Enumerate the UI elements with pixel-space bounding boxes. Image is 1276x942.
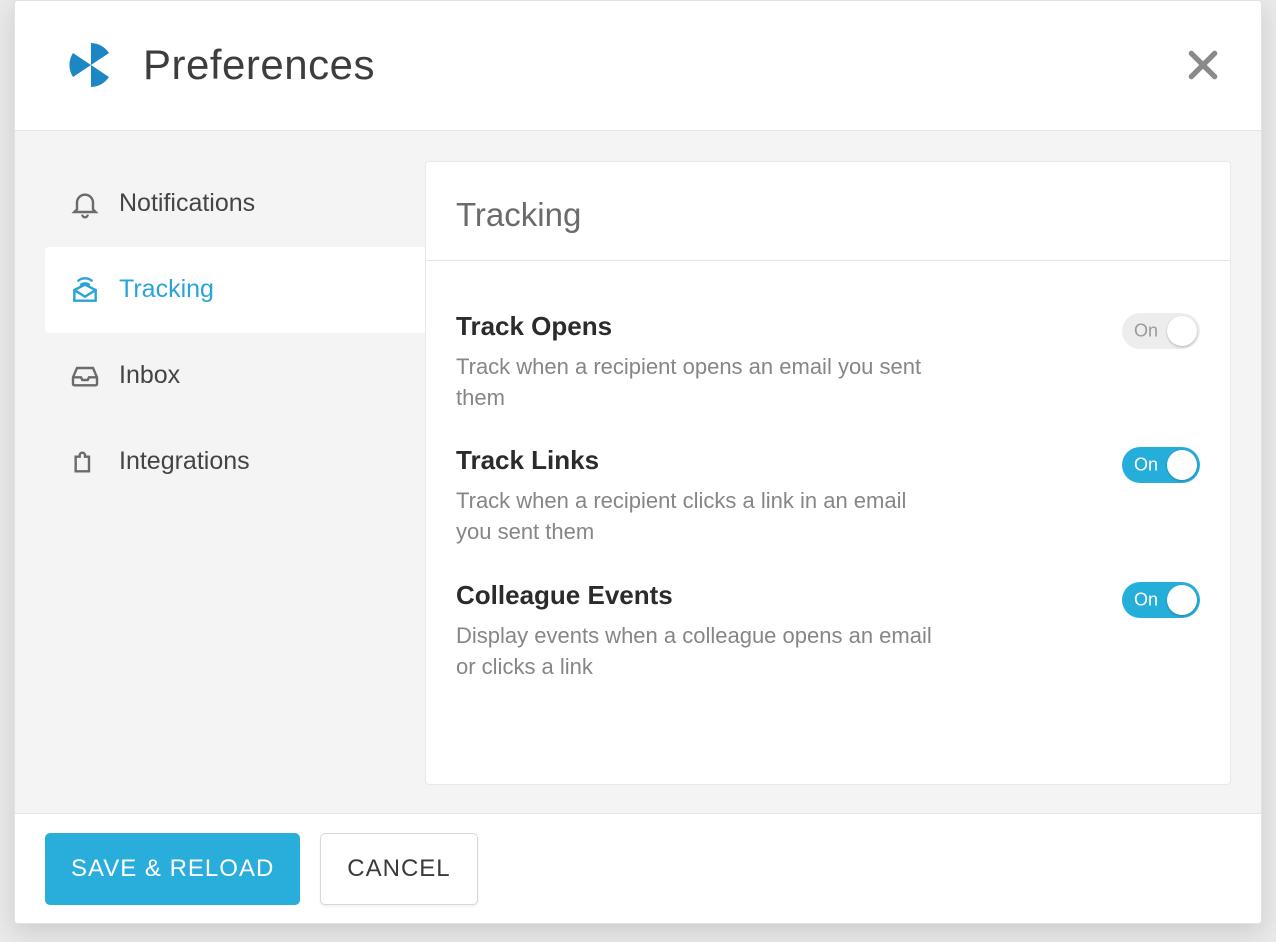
setting-text: Track Links Track when a recipient click… (456, 445, 976, 548)
sidebar-item-tracking[interactable]: Tracking (45, 247, 425, 333)
bell-icon (69, 188, 101, 220)
sidebar-item-label: Integrations (119, 447, 250, 476)
setting-track-opens: Track Opens Track when a recipient opens… (456, 279, 1200, 414)
sidebar-item-label: Inbox (119, 361, 180, 390)
modal-footer: SAVE & RELOAD CANCEL (15, 813, 1261, 923)
toggle-knob (1167, 316, 1197, 346)
setting-text: Colleague Events Display events when a c… (456, 580, 976, 683)
tracking-icon (69, 274, 101, 306)
toggle-label: On (1134, 320, 1158, 341)
sidebar-item-notifications[interactable]: Notifications (45, 161, 425, 247)
toggle-label: On (1134, 589, 1158, 610)
puzzle-icon (69, 446, 101, 478)
save-reload-button[interactable]: SAVE & RELOAD (45, 833, 300, 905)
modal-header: Preferences (15, 1, 1261, 131)
panel-title: Tracking (456, 196, 1200, 234)
app-logo-icon (67, 41, 115, 89)
close-icon[interactable] (1183, 45, 1223, 85)
toggle-track-opens[interactable]: On (1122, 313, 1200, 349)
sidebar-item-inbox[interactable]: Inbox (45, 333, 425, 419)
preferences-sidebar: Notifications Tracking (15, 161, 425, 784)
preferences-modal: Preferences Notifications (14, 0, 1262, 924)
toggle-knob (1167, 450, 1197, 480)
setting-text: Track Opens Track when a recipient opens… (456, 311, 976, 414)
setting-colleague-events: Colleague Events Display events when a c… (456, 548, 1200, 683)
sidebar-item-label: Tracking (119, 275, 214, 304)
tracking-panel: Tracking Track Opens Track when a recipi… (425, 161, 1231, 785)
toggle-knob (1167, 585, 1197, 615)
modal-title: Preferences (143, 41, 1183, 89)
sidebar-item-label: Notifications (119, 189, 255, 218)
cancel-button[interactable]: CANCEL (320, 833, 477, 905)
panel-header: Tracking (426, 162, 1230, 261)
setting-title: Track Opens (456, 311, 936, 342)
inbox-icon (69, 360, 101, 392)
sidebar-item-integrations[interactable]: Integrations (45, 419, 425, 505)
toggle-colleague-events[interactable]: On (1122, 582, 1200, 618)
setting-track-links: Track Links Track when a recipient click… (456, 413, 1200, 548)
setting-description: Display events when a colleague opens an… (456, 621, 936, 683)
modal-body: Notifications Tracking (15, 131, 1261, 814)
setting-title: Track Links (456, 445, 936, 476)
toggle-label: On (1134, 455, 1158, 476)
toggle-track-links[interactable]: On (1122, 447, 1200, 483)
settings-list: Track Opens Track when a recipient opens… (426, 261, 1230, 683)
setting-title: Colleague Events (456, 580, 936, 611)
setting-description: Track when a recipient clicks a link in … (456, 486, 936, 548)
setting-description: Track when a recipient opens an email yo… (456, 352, 936, 414)
